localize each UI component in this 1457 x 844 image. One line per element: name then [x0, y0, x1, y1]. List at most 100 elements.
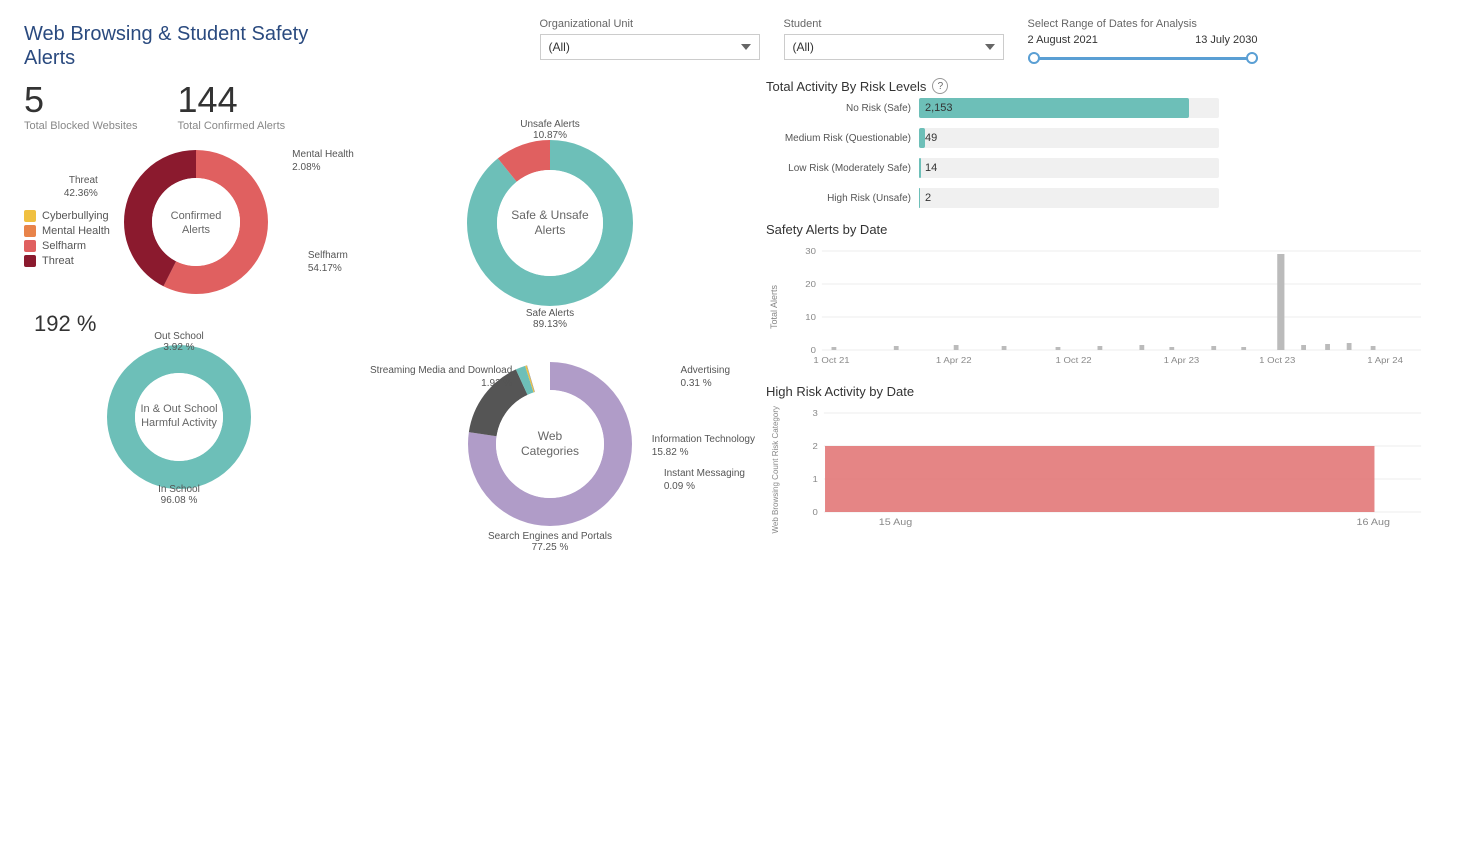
safe-unsafe-section: Unsafe Alerts10.87% Safe Alerts89.13% Sa… [350, 133, 750, 316]
svg-text:In & Out School: In & Out School [140, 403, 217, 415]
high-risk-date-section: High Risk Activity by Date Web Browsing … [766, 384, 1433, 536]
instant-msg-label: Instant Messaging0.09 % [664, 467, 745, 493]
svg-text:1: 1 [813, 475, 818, 484]
confirmed-alerts-donut-svg: Confirmed Alerts [116, 142, 276, 302]
stats-row: 5 Total Blocked Websites 144 Total Confi… [24, 82, 334, 132]
threat-outer-label: Threat42.36% [64, 174, 98, 200]
risk-bar-fill: 2,153 [919, 98, 1189, 118]
slider-thumb-left[interactable] [1028, 52, 1040, 64]
date-range-values: 2 August 2021 13 July 2030 [1028, 34, 1258, 46]
cyberbullying-dot [24, 210, 36, 222]
risk-bar-row: Medium Risk (Questionable) 49 [766, 128, 1433, 148]
risk-label: No Risk (Safe) [766, 103, 911, 114]
legend-threat: Threat [24, 255, 110, 267]
date-slider[interactable] [1028, 50, 1258, 66]
risk-value: 14 [925, 162, 937, 174]
mental-health-dot [24, 225, 36, 237]
high-risk-chart: 3 2 1 0 15 Aug 16 Aug [788, 403, 1433, 536]
percent-badge: 192 % [34, 311, 96, 337]
slider-track [1028, 57, 1258, 60]
student-label: Student [784, 18, 1004, 30]
risk-bar-row: No Risk (Safe) 2,153 [766, 98, 1433, 118]
alerts-count: 144 [178, 82, 286, 118]
svg-text:Alerts: Alerts [182, 224, 211, 236]
high-risk-y-label: Web Browsing Count Risk Category [771, 406, 780, 533]
advertising-label: Advertising0.31 % [681, 364, 730, 390]
confirmed-alerts-legend: Cyberbullying Mental Health Selfharm Thr… [24, 210, 110, 267]
threat-label: Threat [42, 255, 74, 267]
in-out-school-section: 192 % Out School3.92 % In School96.08 % … [24, 311, 334, 500]
risk-bar-row: Low Risk (Moderately Safe) 14 [766, 158, 1433, 178]
date-end: 13 July 2030 [1195, 34, 1257, 46]
org-unit-filter: Organizational Unit (All) [540, 18, 760, 66]
risk-bars-container: No Risk (Safe) 2,153 Medium Risk (Questi… [766, 98, 1433, 212]
legend-selfharm: Selfharm [24, 240, 110, 252]
safe-unsafe-donut-svg: Safe & Unsafe Alerts [460, 133, 640, 313]
safety-alerts-svg: 30 20 10 0 [786, 241, 1433, 371]
date-start: 2 August 2021 [1028, 34, 1098, 46]
svg-text:Confirmed: Confirmed [171, 210, 222, 222]
in-school-label: In School96.08 % [158, 484, 200, 506]
info-tech-label: Information Technology15.82 % [652, 433, 755, 459]
safety-alerts-date-section: Safety Alerts by Date Total Alerts [766, 222, 1433, 374]
slider-thumb-right[interactable] [1246, 52, 1258, 64]
svg-text:Harmful Activity: Harmful Activity [141, 417, 217, 429]
risk-value: 49 [925, 132, 937, 144]
svg-text:1 Oct 23: 1 Oct 23 [1259, 356, 1295, 365]
risk-bar-fill: 14 [919, 158, 921, 178]
risk-label: High Risk (Unsafe) [766, 193, 911, 204]
org-unit-label: Organizational Unit [540, 18, 760, 30]
risk-levels-title: Total Activity By Risk Levels ? [766, 78, 1433, 94]
svg-text:Alerts: Alerts [535, 223, 566, 237]
risk-bar-track: 2 [919, 188, 1219, 208]
donut-hole [152, 178, 240, 266]
alerts-stat: 144 Total Confirmed Alerts [178, 82, 286, 132]
web-categories-section: Streaming Media and Download1.92 % Adver… [350, 354, 750, 537]
svg-text:2: 2 [813, 442, 818, 451]
risk-bar-track: 2,153 [919, 98, 1219, 118]
risk-bar-track: 14 [919, 158, 1219, 178]
legend-mental-health: Mental Health [24, 225, 110, 237]
right-panel: Total Activity By Risk Levels ? No Risk … [766, 78, 1433, 826]
confirmed-alerts-donut-container: Mental Health2.08% Selfharm54.17% Threat… [116, 142, 276, 305]
svg-text:15 Aug: 15 Aug [879, 518, 912, 528]
svg-text:1 Oct 22: 1 Oct 22 [1055, 356, 1091, 365]
high-risk-y-axis: Web Browsing Count Risk Category [766, 403, 784, 536]
svg-text:3: 3 [813, 409, 818, 418]
safe-alerts-label: Safe Alerts89.13% [526, 308, 574, 330]
svg-text:Safe & Unsafe: Safe & Unsafe [511, 208, 589, 222]
in-out-school-donut-svg: In & Out School Harmful Activity [99, 337, 259, 497]
svg-text:0: 0 [811, 346, 816, 355]
risk-levels-section: Total Activity By Risk Levels ? No Risk … [766, 78, 1433, 212]
safety-alerts-chart: 30 20 10 0 [786, 241, 1433, 374]
risk-value: 2 [925, 192, 931, 204]
svg-text:16 Aug: 16 Aug [1357, 518, 1390, 528]
streaming-label: Streaming Media and Download1.92 % [370, 364, 512, 390]
svg-text:Web: Web [538, 429, 563, 443]
svg-text:1 Oct 21: 1 Oct 21 [813, 356, 849, 365]
blocked-label: Total Blocked Websites [24, 120, 138, 132]
svg-text:10: 10 [805, 313, 816, 322]
slider-fill [1028, 57, 1258, 60]
alerts-label: Total Confirmed Alerts [178, 120, 286, 132]
filters-area: Organizational Unit (All) Student (All) … [364, 18, 1433, 66]
legend-cyberbullying: Cyberbullying [24, 210, 110, 222]
student-select[interactable]: (All) [784, 34, 1004, 60]
safety-y-label: Total Alerts [769, 285, 779, 329]
org-unit-select[interactable]: (All) [540, 34, 760, 60]
blocked-stat: 5 Total Blocked Websites [24, 82, 138, 132]
selfharm-label: Selfharm [42, 240, 86, 252]
confirmed-alerts-section: Cyberbullying Mental Health Selfharm Thr… [24, 142, 334, 305]
help-icon[interactable]: ? [932, 78, 948, 94]
student-filter: Student (All) [784, 18, 1004, 66]
svg-text:1 Apr 22: 1 Apr 22 [936, 356, 972, 365]
out-school-label: Out School3.92 % [154, 331, 203, 353]
safety-alerts-title: Safety Alerts by Date [766, 222, 1433, 237]
risk-value: 2,153 [925, 102, 953, 114]
safety-alerts-chart-area: Total Alerts 30 20 10 [766, 241, 1433, 374]
date-range-filter: Select Range of Dates for Analysis 2 Aug… [1028, 18, 1258, 66]
blocked-count: 5 [24, 82, 138, 118]
svg-text:0: 0 [813, 508, 818, 517]
selfharm-outer-label: Selfharm54.17% [308, 249, 348, 275]
svg-text:1 Apr 23: 1 Apr 23 [1164, 356, 1200, 365]
